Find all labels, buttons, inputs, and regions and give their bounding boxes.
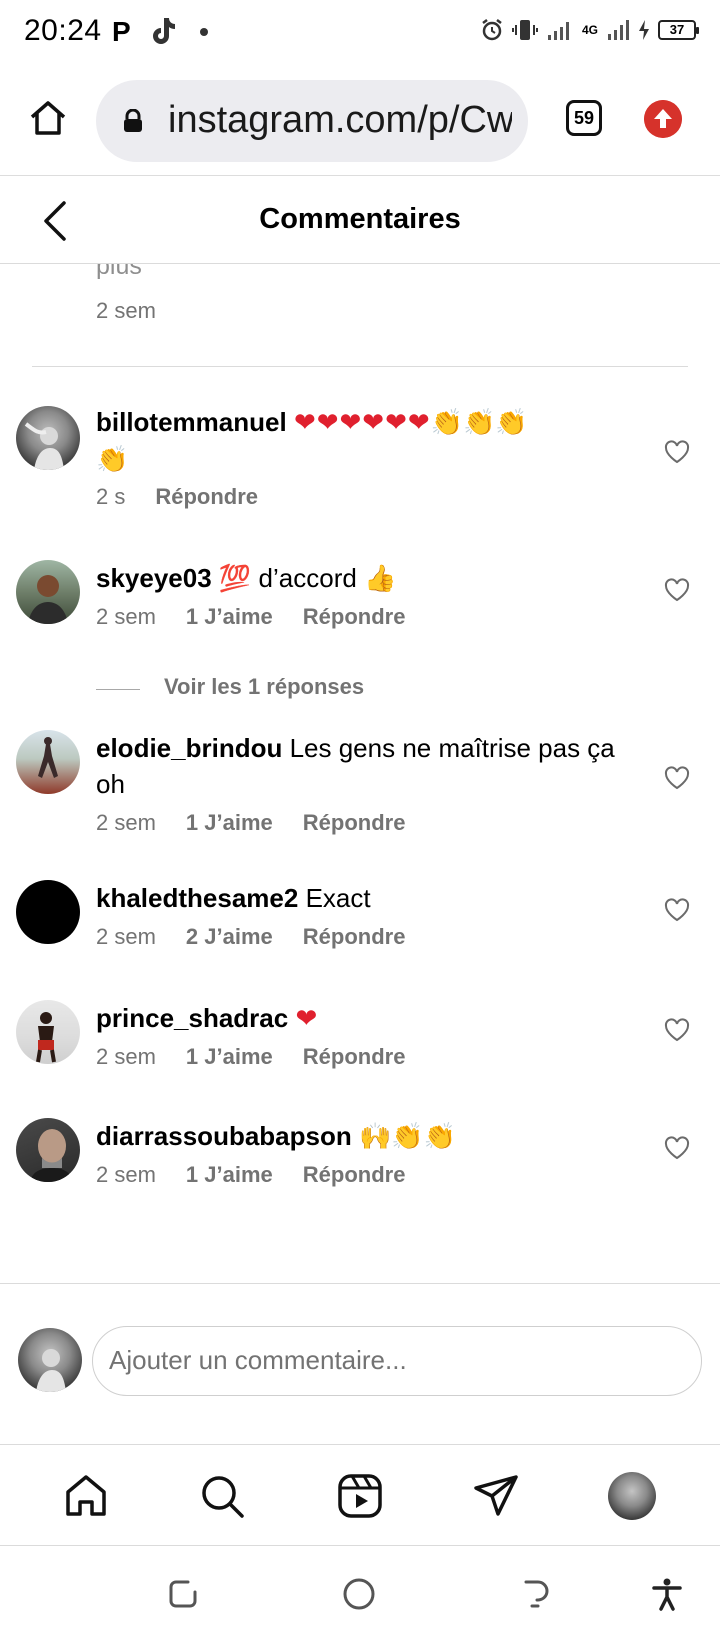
vibrate-icon (511, 20, 538, 40)
reply-button[interactable]: Répondre (303, 604, 406, 630)
alarm-icon (482, 19, 502, 41)
paper-plane-icon[interactable] (472, 1472, 520, 1520)
lock-icon (124, 109, 142, 132)
signal-icon (547, 22, 569, 40)
charging-icon (639, 20, 649, 40)
comment-time: 2 sem (96, 1162, 156, 1187)
likes-count[interactable]: 1 J’aime (186, 810, 273, 836)
recents-icon[interactable] (166, 1577, 200, 1611)
reply-button[interactable]: Répondre (303, 810, 406, 836)
status-time: 20:24 (24, 14, 102, 47)
own-avatar (18, 1328, 82, 1392)
comment-time: 2 s (96, 484, 126, 509)
like-heart-icon[interactable] (664, 1018, 690, 1042)
bottom-nav (0, 1446, 720, 1546)
reels-icon[interactable] (336, 1472, 384, 1520)
comment-composer: Ajouter un commentaire... (0, 1283, 720, 1445)
p-notification-icon: P (112, 16, 131, 47)
back-nav-icon[interactable] (518, 1577, 552, 1611)
comment-username[interactable]: prince_shadrac (96, 1003, 288, 1033)
more-notifications-dot (200, 28, 208, 36)
likes-count[interactable]: 1 J’aime (186, 1162, 273, 1188)
like-heart-icon[interactable] (664, 440, 690, 464)
like-heart-icon[interactable] (664, 766, 690, 790)
comment-time: 2 sem (96, 604, 156, 629)
comment-username[interactable]: elodie_brindou (96, 733, 282, 763)
browser-home-icon[interactable] (28, 98, 68, 138)
comment-time: 2 sem (96, 924, 156, 949)
thumbs-up-emoji: 👍 (364, 564, 397, 594)
update-arrow-icon[interactable] (644, 100, 682, 138)
previous-comment-text: plus (96, 264, 142, 280)
raise-clap-emojis: 🙌👏👏 (358, 1122, 457, 1152)
browser-toolbar: instagram.com/p/Cw 59 (0, 66, 720, 176)
status-right-icons: 4G 37 (480, 18, 699, 42)
avatar[interactable] (16, 406, 80, 470)
reply-button[interactable]: Répondre (303, 1044, 406, 1070)
hundred-emoji: 💯 (218, 564, 252, 594)
avatar[interactable] (16, 560, 80, 624)
reply-button[interactable]: Répondre (303, 1162, 406, 1188)
reply-button[interactable]: Répondre (303, 924, 406, 950)
system-navigation-bar (0, 1547, 720, 1640)
signal-icon-2 (608, 20, 629, 40)
comment-text: Exact (305, 883, 371, 913)
like-heart-icon[interactable] (664, 1136, 690, 1160)
home-icon[interactable] (62, 1472, 110, 1520)
battery-indicator: 37 (658, 20, 699, 40)
view-replies-label[interactable]: Voir les 1 réponses (164, 674, 364, 700)
url-bar[interactable]: instagram.com/p/Cw (96, 80, 528, 162)
like-heart-icon[interactable] (664, 578, 690, 602)
comment-username[interactable]: billotemmanuel (96, 407, 287, 437)
comment-username[interactable]: skyeye03 (96, 563, 212, 593)
comment-time: 2 sem (96, 1044, 156, 1069)
home-circle-icon[interactable] (342, 1577, 376, 1611)
previous-comment-time: 2 sem (96, 298, 156, 323)
network-type-label: 4G (581, 22, 598, 37)
page-header: Commentaires (0, 177, 720, 264)
page-title: Commentaires (259, 203, 461, 235)
tab-count-button[interactable]: 59 (566, 100, 602, 136)
comment-time: 2 sem (96, 810, 156, 835)
heart-emojis: ❤❤❤❤❤❤ (293, 408, 431, 438)
profile-avatar-tab[interactable] (608, 1472, 656, 1520)
accessibility-icon[interactable] (650, 1577, 684, 1611)
heart-emoji: ❤ (295, 1004, 318, 1034)
avatar[interactable] (16, 1118, 80, 1182)
likes-count[interactable]: 1 J’aime (186, 1044, 273, 1070)
avatar[interactable] (16, 1000, 80, 1064)
comment-text: d’accord (258, 563, 357, 593)
comment-input[interactable]: Ajouter un commentaire... (92, 1326, 702, 1396)
status-bar: 20:24 P 4G 37 (0, 0, 720, 66)
likes-count[interactable]: 2 J’aime (186, 924, 273, 950)
comment-list[interactable]: plus 2 sem billotemmanuel ❤❤❤❤❤❤👏👏👏 👏 2 s… (0, 264, 720, 1284)
comment-username[interactable]: khaledthesame2 (96, 883, 298, 913)
divider (32, 366, 688, 367)
tiktok-icon (153, 18, 175, 44)
avatar[interactable] (16, 730, 80, 794)
replies-line (96, 689, 140, 690)
comment-username[interactable]: diarrassoubabapson (96, 1121, 352, 1151)
like-heart-icon[interactable] (664, 898, 690, 922)
url-text[interactable]: instagram.com/p/Cw (168, 99, 512, 142)
reply-button[interactable]: Répondre (155, 484, 258, 510)
avatar[interactable] (16, 880, 80, 944)
likes-count[interactable]: 1 J’aime (186, 604, 273, 630)
search-icon[interactable] (198, 1472, 246, 1520)
